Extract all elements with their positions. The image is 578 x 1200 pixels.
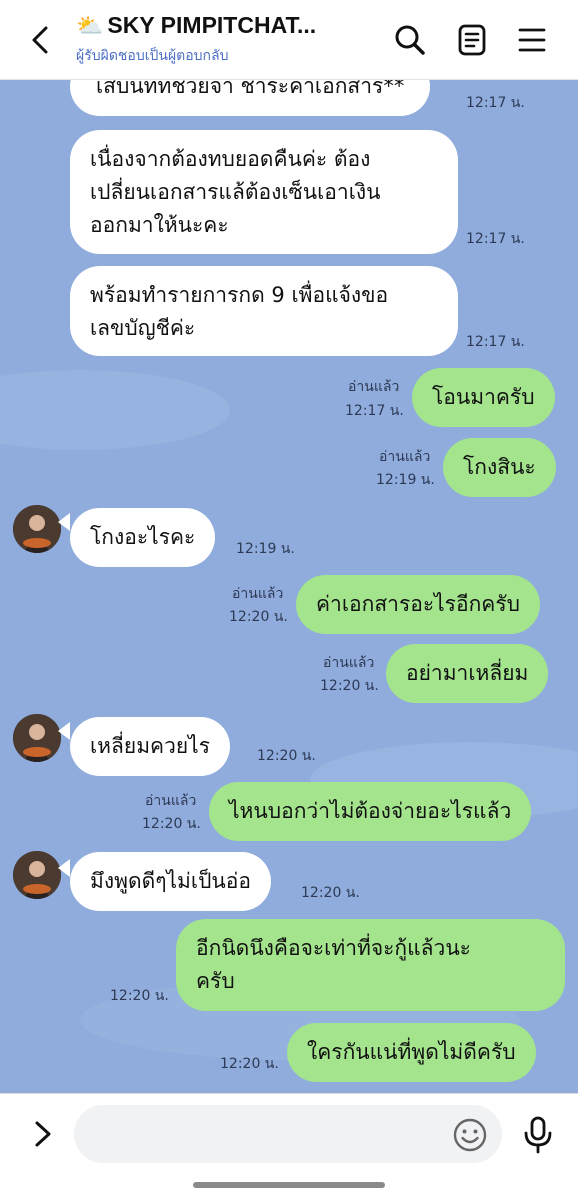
message-text-line: อีกนิดนึงคือจะเท่าที่จะกู้แล้วนะ: [196, 936, 471, 960]
message-text: ไหนบอกว่าไม่ต้องจ่ายอะไรแล้ว: [229, 799, 512, 823]
message-time: 12:20 น.: [229, 609, 288, 625]
expand-menu-button[interactable]: [24, 1116, 60, 1152]
back-arrow-icon: [32, 26, 48, 54]
message-bubble[interactable]: พร้อมทำรายการกด 9 เพื่อแจ้งขอ เลขบัญชีค่…: [70, 266, 458, 356]
read-receipt: อ่านแล้ว: [232, 586, 284, 602]
message-input[interactable]: [74, 1105, 502, 1163]
message-time: 12:20 น.: [110, 988, 169, 1004]
search-icon: [395, 25, 425, 55]
avatar-image: [13, 714, 61, 762]
message-bubble[interactable]: ค่าเอกสารอะไรอีกครับ: [296, 575, 540, 634]
search-button[interactable]: [390, 20, 430, 60]
menu-icon: [518, 28, 546, 52]
message-bubble[interactable]: อีกนิดนึงคือจะเท่าที่จะกู้แล้วนะ ครับ: [176, 919, 565, 1011]
message-bubble[interactable]: อย่ามาเหลี่ยม: [386, 644, 549, 703]
message-bubble[interactable]: เสบนททชวยจา ชาระคาเอกสาร**: [70, 80, 431, 116]
message-text: โอนมาครับ: [432, 385, 535, 409]
message-text: โกงอะไรคะ: [90, 525, 196, 549]
chevron-right-icon: [35, 1121, 51, 1147]
message-bubble[interactable]: เนื่องจากต้องทบยอดคืนค่ะ ต้อง เปลี่ยนเอก…: [70, 130, 458, 254]
chat-area[interactable]: เสบนททชวยจา ชาระคาเอกสาร** 12:17 น. เนื่…: [0, 80, 578, 1093]
message-text: ค่าเอกสารอะไรอีกครับ: [316, 592, 520, 616]
message-time: 12:17 น.: [345, 403, 404, 419]
chat-title-text: SKY PIMPITCHAT...: [107, 12, 317, 38]
message-time: 12:20 น.: [220, 1056, 279, 1072]
message-time: 12:17 น.: [466, 231, 525, 247]
message-bubble[interactable]: โกงสินะ: [443, 438, 556, 497]
avatar-image: [13, 505, 61, 553]
read-receipt: อ่านแล้ว: [145, 793, 197, 809]
emoji-icon: [453, 1118, 487, 1152]
chat-title: ⛅ SKY PIMPITCHAT...: [76, 12, 376, 39]
message-bubble[interactable]: มึงพูดดีๆไม่เป็นอ่อ: [70, 852, 271, 911]
message-text-line: เปลี่ยนเอกสารแล้ต้องเซ็นเอาเงิน: [90, 180, 381, 204]
message-bubble[interactable]: ใครกันแน่ที่พูดไม่ดีครับ: [287, 1023, 536, 1082]
avatar[interactable]: [13, 505, 61, 553]
message-bubble[interactable]: โอนมาครับ: [412, 368, 555, 427]
message-text-line: เนื่องจากต้องทบยอดคืนค่ะ ต้อง: [90, 147, 371, 171]
back-button[interactable]: [22, 20, 62, 60]
avatar[interactable]: [13, 714, 61, 762]
message-text: โกงสินะ: [463, 455, 536, 479]
notes-button[interactable]: [452, 20, 492, 60]
message-text: มึงพูดดีๆไม่เป็นอ่อ: [90, 869, 251, 893]
message-bubble[interactable]: เหลี่ยมควยไร: [70, 717, 231, 776]
notes-icon: [458, 24, 486, 56]
message-text-line: ออกมาให้นะคะ: [90, 213, 229, 237]
chat-header: ⛅ SKY PIMPITCHAT... ผู้รับผิดชอบเป็นผู้ต…: [0, 0, 578, 80]
message-text: อย่ามาเหลี่ยม: [406, 661, 529, 685]
message-bubble[interactable]: ไหนบอกว่าไม่ต้องจ่ายอะไรแล้ว: [209, 782, 532, 841]
message-time: 12:20 น.: [301, 885, 360, 901]
bubble-tail: [58, 859, 70, 877]
message-time: 12:20 น.: [257, 748, 316, 764]
message-time: 12:20 น.: [142, 816, 201, 832]
message-text: เสบนททชวยจา ชาระคาเอกสาร**: [96, 80, 405, 98]
chat-title-area[interactable]: ⛅ SKY PIMPITCHAT... ผู้รับผิดชอบเป็นผู้ต…: [76, 12, 376, 67]
message-time: 12:19 น.: [236, 541, 295, 557]
bubble-tail: [58, 722, 70, 740]
message-text-line: ครับ: [196, 969, 235, 993]
read-receipt: อ่านแล้ว: [323, 655, 375, 671]
emoji-button[interactable]: [452, 1117, 488, 1153]
message-text: เหลี่ยมควยไร: [90, 734, 211, 758]
bubble-tail: [58, 513, 70, 531]
message-text-line: เลขบัญชีค่ะ: [90, 316, 196, 340]
read-receipt: อ่านแล้ว: [379, 449, 431, 465]
message-time: 12:17 น.: [466, 95, 525, 111]
avatar-image: [13, 851, 61, 899]
microphone-icon: [524, 1116, 552, 1154]
voice-message-button[interactable]: [518, 1114, 558, 1154]
read-receipt: อ่านแล้ว: [348, 379, 400, 395]
message-time: 12:20 น.: [320, 678, 379, 694]
home-indicator[interactable]: [193, 1182, 385, 1188]
message-time: 12:19 น.: [376, 472, 435, 488]
avatar[interactable]: [13, 851, 61, 899]
weather-emoji: ⛅: [76, 12, 104, 38]
chat-subtitle: ผู้รับผิดชอบเป็นผู้ตอบกลับ: [76, 48, 229, 64]
menu-button[interactable]: [512, 20, 552, 60]
message-text-line: พร้อมทำรายการกด 9 เพื่อแจ้งขอ: [90, 283, 389, 307]
message-bubble[interactable]: โกงอะไรคะ: [70, 508, 216, 567]
message-time: 12:17 น.: [466, 334, 525, 350]
message-text: ใครกันแน่ที่พูดไม่ดีครับ: [307, 1040, 516, 1064]
